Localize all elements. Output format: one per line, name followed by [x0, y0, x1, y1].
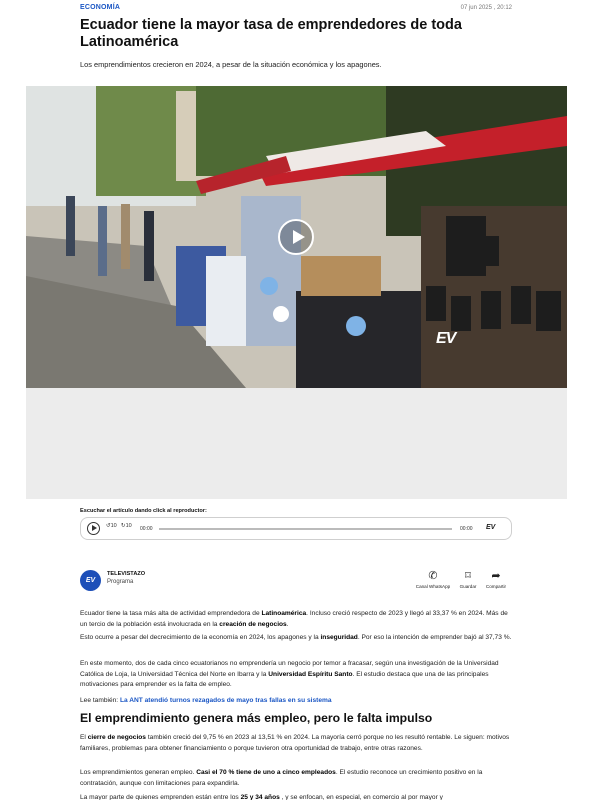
share-button[interactable]: ➦ Compartir [476, 570, 516, 589]
section-label[interactable]: ECONOMÍA [80, 4, 120, 11]
audio-brand-logo: EV [486, 524, 496, 531]
audio-duration: 00:00 [460, 526, 473, 532]
article-paragraph: En este momento, dos de cada cinco ecuat… [80, 660, 499, 688]
related-article-link[interactable]: La ANT atendió turnos rezagados de mayo … [120, 697, 332, 704]
video-player[interactable]: EV [26, 86, 567, 499]
audio-player: ↺10 ↻10 00:00 00:00 EV [80, 517, 512, 540]
article-dateline: 07 jun 2025 , 20:12 [460, 5, 512, 11]
article-paragraph: Los emprendimientos generan empleo. Casi… [80, 769, 483, 787]
audio-progress-track[interactable] [159, 528, 452, 530]
share-label: Compartir [485, 584, 507, 589]
forward-label: 10 [125, 523, 132, 529]
forward-10-icon[interactable]: ↻10 [121, 523, 132, 529]
article-paragraph: El cierre de negocios también creció del… [80, 734, 510, 752]
article-paragraph: La mayor parte de quienes emprenden está… [80, 794, 443, 800]
related-prefix: Lee también: [80, 697, 119, 704]
whatsapp-icon: ✆ [428, 570, 438, 582]
article-subtitle: Los emprendimientos crecieron en 2024, a… [80, 60, 382, 69]
article-title: Ecuador tiene la mayor tasa de emprended… [80, 17, 462, 50]
rewind-10-icon[interactable]: ↺10 [106, 523, 117, 529]
source-type: Programa [107, 579, 134, 585]
audio-player-label: Escuchar el artículo dando click al repr… [80, 508, 207, 514]
whatsapp-channel-button[interactable]: ✆ Canal WhatsApp [413, 570, 453, 589]
related-article: Lee también: La ANT atendió turnos rezag… [80, 697, 332, 704]
article-paragraph: Ecuador tiene la tasa más alta de activi… [80, 610, 508, 628]
audio-current-time: 00:00 [140, 526, 153, 532]
source-name[interactable]: TELEVISTAZO [107, 571, 145, 577]
share-icon: ➦ [491, 570, 501, 582]
share-label: Guardar [459, 584, 477, 589]
rewind-label: 10 [110, 523, 117, 529]
video-play-button[interactable] [278, 219, 314, 255]
video-watermark-logo: EV [436, 330, 456, 347]
share-label: Canal WhatsApp [415, 584, 451, 589]
article-paragraph: Esto ocurre a pesar del decrecimiento de… [80, 634, 512, 641]
section-heading: El emprendimiento genera más empleo, per… [80, 711, 433, 725]
audio-play-icon[interactable] [87, 522, 100, 535]
televistazo-logo[interactable]: EV [80, 570, 101, 591]
